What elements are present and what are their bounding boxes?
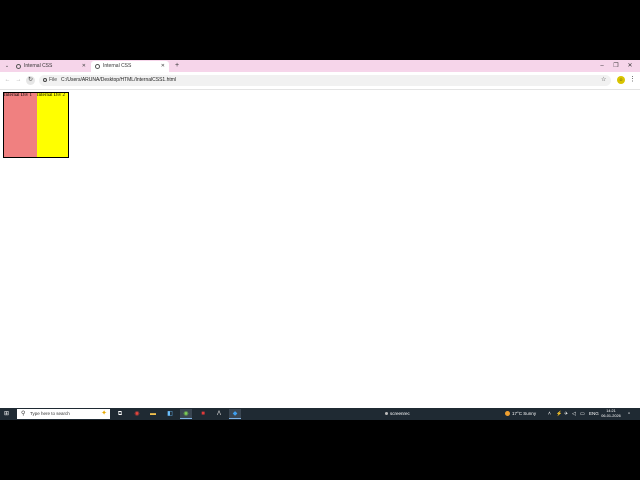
weather-text: 17°C Sunny — [512, 411, 537, 416]
back-arrow-icon[interactable]: ← — [3, 76, 12, 85]
wps-icon[interactable]: ■ — [197, 409, 209, 419]
reload-icon[interactable]: ↻ — [26, 76, 35, 85]
battery-icon[interactable]: ▭ — [580, 408, 585, 420]
chrome-icon[interactable]: ◉ — [131, 409, 143, 419]
search-highlight-icon: ✦ — [101, 410, 107, 417]
site-info-chip[interactable]: File — [43, 75, 57, 86]
page-viewport: Internal Div 1 Internal Div 2 — [0, 90, 640, 408]
tab-internal-css-2[interactable]: Internal CSS ✕ — [91, 61, 169, 72]
taskbar-search-box[interactable]: ⚲ Type here to search ✦ — [17, 409, 110, 419]
tab-search-icon[interactable]: ⌄ — [3, 62, 11, 70]
tab-strip: ⌄ Internal CSS ✕ Internal CSS ✕ + – ❐ ✕ — [0, 60, 640, 72]
windows-start-icon[interactable]: ⊞ — [4, 411, 10, 417]
chevron-up-icon[interactable]: ˄ — [548, 408, 551, 420]
container-div: Internal Div 1 Internal Div 2 — [3, 92, 69, 158]
address-bar[interactable]: File C:/Users/ARUNA/Desktop/HTML/Interna… — [39, 75, 611, 86]
profile-icon[interactable]: ☺ — [617, 76, 625, 84]
forward-arrow-icon[interactable]: → — [14, 76, 23, 85]
screen: ⌄ Internal CSS ✕ Internal CSS ✕ + – ❐ ✕ … — [0, 60, 640, 420]
info-icon — [43, 77, 47, 82]
taskbar: ⊞ ⚲ Type here to search ✦ ⧉ ◉ ▬ ◧ ◉ ■ Λ … — [0, 408, 640, 420]
tab-title: Internal CSS — [103, 63, 132, 69]
vscode-icon[interactable]: ◆ — [229, 409, 241, 419]
app-icon[interactable]: Λ — [213, 409, 225, 419]
record-dot-icon — [385, 412, 388, 416]
close-icon[interactable]: ✕ — [82, 61, 86, 72]
tab-title: Internal CSS — [24, 63, 53, 69]
clock-date: 06-01-2026 — [601, 414, 621, 418]
store-icon[interactable]: ◧ — [164, 409, 176, 419]
close-window-icon[interactable]: ✕ — [624, 60, 636, 72]
chrome-active-icon[interactable]: ◉ — [180, 409, 192, 419]
internal-div-2: Internal Div 2 — [37, 93, 68, 157]
url-text[interactable]: C:/Users/ARUNA/Desktop/HTML/InternalCSS1… — [61, 75, 176, 86]
tab-internal-css-1[interactable]: Internal CSS ✕ — [12, 61, 90, 72]
minimize-icon[interactable]: – — [596, 60, 608, 72]
site-info-label: File — [49, 77, 58, 83]
network-icon[interactable]: ⚡ — [556, 408, 562, 420]
location-icon[interactable]: ✈ — [564, 408, 568, 420]
star-icon[interactable]: ☆ — [601, 75, 606, 86]
search-icon: ⚲ — [21, 411, 26, 417]
screenrec-label: screenrec — [390, 411, 410, 416]
more-menu-icon[interactable]: ⋮ — [629, 75, 636, 85]
volume-icon[interactable]: ◁ — [572, 408, 576, 420]
globe-icon — [16, 64, 21, 69]
globe-icon — [95, 64, 100, 69]
task-view-icon[interactable]: ⧉ — [114, 409, 126, 419]
file-explorer-icon[interactable]: ▬ — [147, 409, 159, 419]
notification-icon[interactable]: ▫ — [628, 408, 630, 420]
maximize-icon[interactable]: ❐ — [610, 60, 622, 72]
language-indicator[interactable]: ENG — [589, 408, 599, 420]
search-placeholder: Type here to search — [30, 411, 70, 416]
close-icon[interactable]: ✕ — [161, 61, 165, 72]
screenrec-indicator[interactable]: screenrec — [383, 408, 410, 420]
plus-icon[interactable]: + — [173, 61, 181, 71]
internal-div-1: Internal Div 1 — [4, 93, 37, 157]
sun-icon — [505, 411, 510, 417]
clock[interactable]: 14:21 06-01-2026 — [600, 409, 622, 419]
weather-widget[interactable]: 17°C Sunny — [505, 408, 536, 420]
browser-toolbar: ← → ↻ File C:/Users/ARUNA/Desktop/HTML/I… — [0, 72, 640, 90]
